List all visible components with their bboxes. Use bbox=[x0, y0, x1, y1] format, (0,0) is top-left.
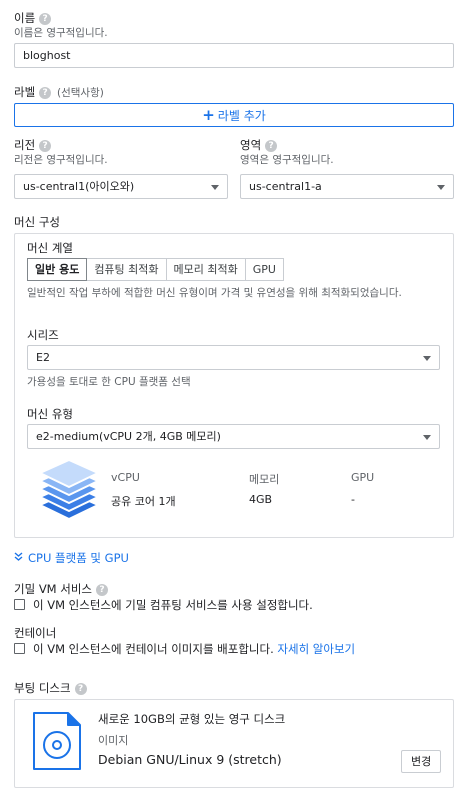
cpu-platform-expander[interactable]: CPU 플랫폼 및 GPU bbox=[14, 550, 129, 566]
zone-label: 영역 bbox=[240, 138, 262, 152]
help-icon[interactable]: ? bbox=[39, 12, 52, 25]
region-label: 리전 bbox=[14, 138, 36, 152]
boot-disk-title: 새로운 10GB의 균형 있는 영구 디스크 bbox=[98, 712, 286, 726]
dropdown-arrow-icon bbox=[423, 435, 431, 440]
memory-value: 4GB bbox=[249, 493, 273, 506]
labels-label: 라벨 bbox=[14, 85, 36, 99]
boot-disk-image-label: 이미지 bbox=[98, 734, 129, 747]
container-checkbox-row[interactable]: 이 VM 인스턴스에 컨테이너 이미지를 배포합니다. 자세히 알아보기 bbox=[14, 641, 355, 657]
confidential-checkbox-label: 이 VM 인스턴스에 기밀 컴퓨팅 서비스를 사용 설정합니다. bbox=[33, 598, 313, 612]
machine-family-tabs: 일반 용도 컴퓨팅 최적화 메모리 최적화 GPU bbox=[27, 258, 284, 281]
zone-hint: 영역은 영구적입니다. bbox=[240, 154, 334, 166]
learn-more-link[interactable]: 자세히 알아보기 bbox=[277, 642, 355, 656]
confidential-checkbox-row[interactable]: 이 VM 인스턴스에 기밀 컴퓨팅 서비스를 사용 설정합니다. bbox=[14, 597, 313, 613]
disk-icon bbox=[32, 711, 82, 774]
cpu-platform-label: CPU 플랫폼 및 GPU bbox=[28, 551, 129, 565]
name-hint: 이름은 영구적입니다. bbox=[14, 27, 108, 39]
machine-type-select[interactable]: e2-medium(vCPU 2개, 4GB 메모리) bbox=[27, 424, 440, 449]
dropdown-arrow-icon bbox=[423, 356, 431, 361]
tab-gpu[interactable]: GPU bbox=[244, 258, 284, 281]
region-value: us-central1(아이오와) bbox=[23, 180, 135, 193]
add-label-button[interactable]: + 라벨 추가 bbox=[14, 103, 454, 127]
container-checkbox-label: 이 VM 인스턴스에 컨테이너 이미지를 배포합니다. bbox=[33, 642, 274, 656]
memory-header: 메모리 bbox=[249, 473, 280, 486]
plus-icon: + bbox=[202, 106, 215, 124]
vcpu-header: vCPU bbox=[111, 471, 140, 484]
help-icon[interactable]: ? bbox=[39, 86, 52, 99]
region-select[interactable]: us-central1(아이오와) bbox=[14, 174, 228, 199]
machine-type-value: e2-medium(vCPU 2개, 4GB 메모리) bbox=[36, 430, 221, 443]
machine-type-label: 머신 유형 bbox=[27, 407, 73, 421]
zone-label-row: 영역? bbox=[240, 137, 278, 153]
stacked-layers-icon bbox=[38, 458, 100, 525]
machine-family-description: 일반적인 작업 부하에 적합한 머신 유형이며 가격 및 유연성을 위해 최적화… bbox=[27, 287, 402, 299]
tab-general-purpose[interactable]: 일반 용도 bbox=[27, 258, 88, 281]
machine-family-label: 머신 계열 bbox=[27, 241, 73, 255]
dropdown-arrow-icon bbox=[211, 185, 219, 190]
help-icon[interactable]: ? bbox=[96, 583, 108, 596]
series-value: E2 bbox=[36, 351, 50, 364]
name-label-row: 이름? bbox=[14, 10, 52, 26]
tab-compute-optimized[interactable]: 컴퓨팅 최적화 bbox=[86, 258, 167, 281]
gpu-value: - bbox=[351, 493, 355, 506]
labels-optional: (선택사항) bbox=[57, 87, 104, 99]
add-label-button-text: 라벨 추가 bbox=[217, 109, 266, 123]
series-hint: 가용성을 토대로 한 CPU 플랫폼 선택 bbox=[27, 376, 191, 388]
name-input[interactable]: bloghost bbox=[14, 43, 454, 68]
container-checkbox[interactable] bbox=[14, 643, 25, 654]
boot-disk-label: 부팅 디스크 bbox=[14, 681, 71, 695]
help-icon[interactable]: ? bbox=[39, 139, 52, 152]
labels-label-row: 라벨? (선택사항) bbox=[14, 84, 104, 100]
vcpu-value: 공유 코어 1개 bbox=[111, 495, 176, 508]
help-icon[interactable]: ? bbox=[74, 682, 87, 695]
region-hint: 리전은 영구적입니다. bbox=[14, 154, 108, 166]
boot-disk-image-value: Debian GNU/Linux 9 (stretch) bbox=[98, 752, 282, 767]
confidential-label: 기밀 VM 서비스 bbox=[14, 582, 92, 596]
machine-config-label: 머신 구성 bbox=[14, 215, 60, 229]
container-label: 컨테이너 bbox=[14, 626, 57, 640]
confidential-checkbox[interactable] bbox=[14, 599, 25, 610]
boot-disk-label-row: 부팅 디스크? bbox=[14, 680, 87, 696]
help-icon[interactable]: ? bbox=[265, 139, 278, 152]
series-label: 시리즈 bbox=[27, 328, 59, 342]
zone-value: us-central1-a bbox=[249, 180, 322, 193]
series-select[interactable]: E2 bbox=[27, 345, 440, 370]
dropdown-arrow-icon bbox=[437, 185, 445, 190]
change-button[interactable]: 변경 bbox=[401, 750, 442, 773]
gpu-header: GPU bbox=[351, 471, 375, 484]
confidential-label-row: 기밀 VM 서비스? bbox=[14, 581, 108, 597]
name-label: 이름 bbox=[14, 11, 36, 25]
zone-select[interactable]: us-central1-a bbox=[240, 174, 454, 199]
region-label-row: 리전? bbox=[14, 137, 52, 153]
chevron-down-icon bbox=[14, 551, 23, 565]
tab-memory-optimized[interactable]: 메모리 최적화 bbox=[165, 258, 246, 281]
